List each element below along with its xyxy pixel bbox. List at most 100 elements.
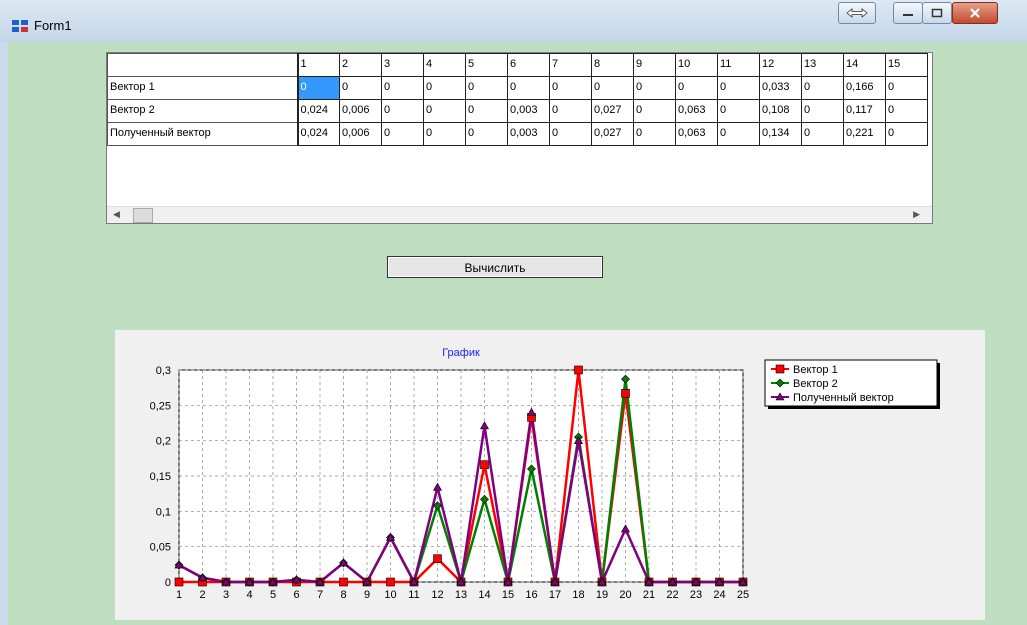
grid-cell[interactable]: 0,033 <box>759 76 802 100</box>
column-header[interactable]: 11 <box>717 53 760 77</box>
x-tick-label: 5 <box>270 589 276 601</box>
grid-cell[interactable]: 0,027 <box>591 99 634 123</box>
scroll-thumb[interactable] <box>133 208 153 223</box>
x-tick-label: 2 <box>199 589 205 601</box>
column-header[interactable]: 14 <box>843 53 886 77</box>
grid-cell[interactable]: 0,003 <box>507 122 550 146</box>
grid-cell[interactable]: 0 <box>633 76 676 100</box>
column-header[interactable]: 9 <box>633 53 676 77</box>
grid-cell[interactable]: 0 <box>801 122 844 146</box>
maximize-icon <box>931 8 943 18</box>
column-header[interactable]: 2 <box>339 53 382 77</box>
grid-cell[interactable]: 0,063 <box>675 99 718 123</box>
grid-cell[interactable]: 0 <box>465 122 508 146</box>
data-point-series-1 <box>386 577 395 587</box>
grid-cell[interactable]: 0 <box>465 99 508 123</box>
grid-cell[interactable]: 0 <box>549 122 592 146</box>
grid-cell[interactable]: 0,003 <box>507 99 550 123</box>
grid-cell[interactable]: 0 <box>549 76 592 100</box>
y-tick-label: 0,05 <box>150 542 171 554</box>
grid-cell[interactable]: 0,221 <box>843 122 886 146</box>
column-header[interactable]: 3 <box>381 53 424 77</box>
x-tick-label: 4 <box>246 589 252 601</box>
column-header[interactable]: 10 <box>675 53 718 77</box>
column-header[interactable]: 4 <box>423 53 466 77</box>
grid-cell[interactable]: 0 <box>381 122 424 146</box>
column-header[interactable]: 6 <box>507 53 550 77</box>
close-button[interactable] <box>952 2 998 24</box>
x-tick-label: 21 <box>643 589 655 601</box>
main-window: Form1 1 2 3 4 5 6 7 8 9 10 11 12 13 14 1… <box>0 0 1027 625</box>
grid-cell[interactable]: 0 <box>591 76 634 100</box>
data-point-series-1 <box>433 554 442 563</box>
grid-cell[interactable]: 0 <box>633 99 676 123</box>
column-header[interactable]: 8 <box>591 53 634 77</box>
grid-cell[interactable]: 0,166 <box>843 76 886 100</box>
horizontal-scrollbar[interactable]: ◀ ▶ <box>107 206 932 223</box>
grid-cell[interactable]: 0 <box>423 99 466 123</box>
grid-cell[interactable]: 0 <box>717 76 760 100</box>
grid-cell[interactable]: 0 <box>801 99 844 123</box>
grid-cell[interactable]: 0 <box>507 76 550 100</box>
grid-cell[interactable]: 0 <box>717 122 760 146</box>
grid-cell[interactable]: 0,117 <box>843 99 886 123</box>
x-tick-label: 9 <box>364 589 370 601</box>
form-client-area: 1 2 3 4 5 6 7 8 9 10 11 12 13 14 15 Вект… <box>8 42 1027 625</box>
grid-cell[interactable]: 0 <box>885 99 928 123</box>
y-tick-label: 0,15 <box>150 471 171 483</box>
x-tick-label: 19 <box>596 589 608 601</box>
grid-cell[interactable]: 0,006 <box>339 99 382 123</box>
grid-cell[interactable]: 0,134 <box>759 122 802 146</box>
swap-button[interactable] <box>838 2 876 24</box>
column-header[interactable]: 1 <box>297 53 340 77</box>
column-header[interactable]: 15 <box>885 53 928 77</box>
grid-cell[interactable]: 0 <box>339 76 382 100</box>
grid-cell[interactable]: 0 <box>675 76 718 100</box>
data-point-series-1 <box>621 389 630 398</box>
chart-panel: 0 0,05 0,1 0,15 0,2 0,25 0,3 1 2 3 4 5 6 7 8 9 10 11 12 13 1… <box>115 330 985 620</box>
grid-cell[interactable]: 0 <box>717 99 760 123</box>
corner-cell <box>107 53 299 77</box>
grid-cell[interactable]: 0,027 <box>591 122 634 146</box>
x-tick-label: 25 <box>737 589 749 601</box>
title-bar[interactable]: Form1 <box>0 0 1027 42</box>
grid-cell[interactable]: 0 <box>885 122 928 146</box>
y-tick-label: 0 <box>165 577 171 589</box>
double-arrow-icon <box>846 8 868 18</box>
y-tick-label: 0,3 <box>156 365 171 377</box>
grid-cell[interactable]: 0 <box>633 122 676 146</box>
x-tick-label: 18 <box>572 589 584 601</box>
x-tick-label: 8 <box>340 589 346 601</box>
grid-cell[interactable]: 0,024 <box>297 122 340 146</box>
minimize-button[interactable] <box>893 2 923 24</box>
data-grid[interactable]: 1 2 3 4 5 6 7 8 9 10 11 12 13 14 15 Вект… <box>106 52 933 224</box>
grid-cell[interactable]: 0 <box>423 122 466 146</box>
grid-cell[interactable]: 0 <box>381 99 424 123</box>
maximize-button[interactable] <box>922 2 952 24</box>
grid-cell[interactable]: 0 <box>885 76 928 100</box>
column-header[interactable]: 5 <box>465 53 508 77</box>
grid-cell[interactable]: 0,108 <box>759 99 802 123</box>
scroll-left-arrow-icon[interactable]: ◀ <box>113 209 120 220</box>
table-row: Вектор 1 0 0 0 0 0 0 0 0 0 0 0 0,033 0 0… <box>107 76 928 100</box>
calculate-button[interactable]: Вычислить <box>387 256 603 278</box>
grid-cell[interactable]: 0 <box>423 76 466 100</box>
column-header[interactable]: 12 <box>759 53 802 77</box>
grid-cell[interactable]: 0,006 <box>339 122 382 146</box>
grid-cell[interactable]: 0 <box>549 99 592 123</box>
grid-cell[interactable]: 0 <box>801 76 844 100</box>
window-title: Form1 <box>34 18 72 33</box>
row-header: Вектор 2 <box>107 99 299 123</box>
column-header[interactable]: 13 <box>801 53 844 77</box>
grid-cell[interactable]: 0 <box>465 76 508 100</box>
grid-cell[interactable]: 0 <box>381 76 424 100</box>
row-header: Вектор 1 <box>107 76 299 100</box>
data-point-series-1 <box>174 577 184 587</box>
scroll-right-arrow-icon[interactable]: ▶ <box>913 209 920 220</box>
grid-cell[interactable]: 0,024 <box>297 99 340 123</box>
data-point-series-1 <box>480 460 489 469</box>
column-header[interactable]: 7 <box>549 53 592 77</box>
grid-cell-selected[interactable]: 0 <box>297 76 340 100</box>
data-point-series-1 <box>574 365 583 375</box>
grid-cell[interactable]: 0,063 <box>675 122 718 146</box>
